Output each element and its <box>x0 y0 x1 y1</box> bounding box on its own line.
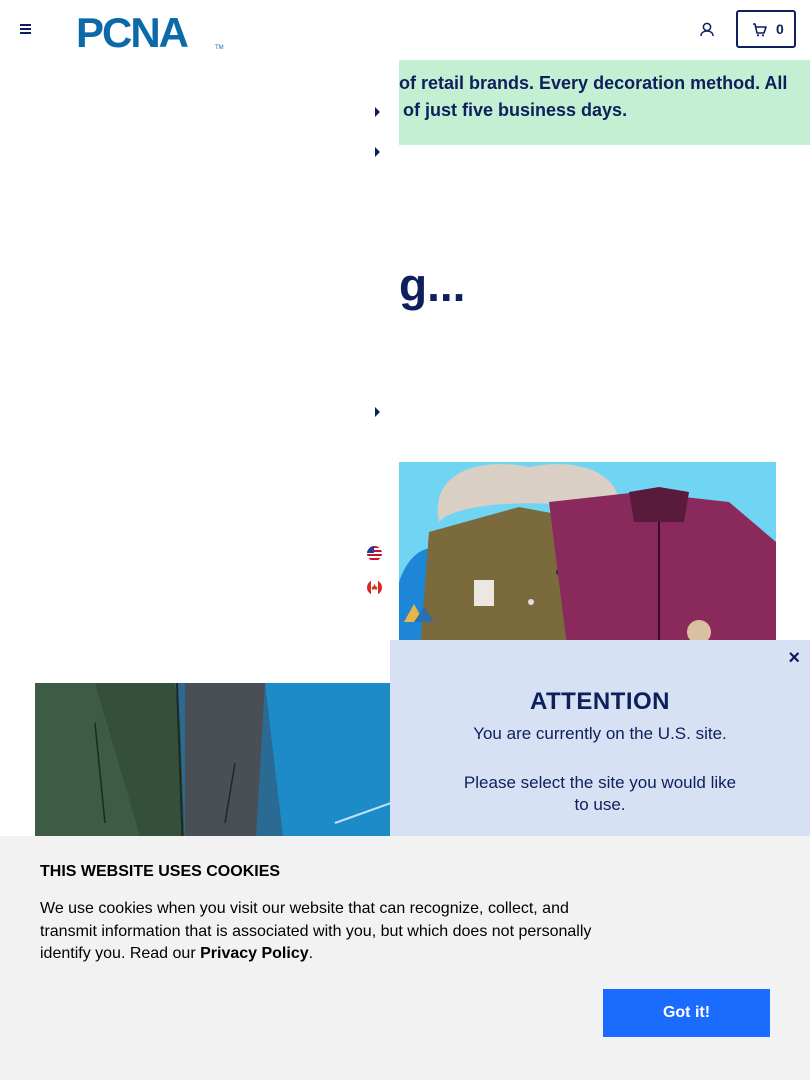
attention-title: ATTENTION <box>529 688 671 715</box>
pcna-logo[interactable]: PCNA TM <box>76 10 224 52</box>
green-jacket-image[interactable] <box>35 683 391 853</box>
cookie-text-end: . <box>308 945 314 962</box>
cart-button[interactable]: 0 <box>736 10 796 48</box>
page-heading-fragment: g... <box>399 259 466 311</box>
caret-right-icon[interactable] <box>375 107 380 117</box>
cookie-text-body: We use cookies when you visit our websit… <box>40 900 592 962</box>
caret-right-icon[interactable] <box>375 407 380 417</box>
site-selection-modal: × ATTENTION You are currently on the U.S… <box>390 640 810 860</box>
hamburger-icon[interactable] <box>20 22 36 38</box>
cookie-text: We use cookies when you visit our websit… <box>40 898 610 966</box>
got-it-button[interactable]: Got it! <box>603 989 770 1037</box>
site-header: PCNA TM 0 <box>0 0 810 60</box>
jackets-image[interactable] <box>399 462 776 662</box>
promo-banner-line-2: of just five business days. <box>403 100 628 120</box>
close-icon[interactable]: × <box>788 648 800 668</box>
promo-banner-text: of retail brands. Every decoration metho… <box>399 70 809 124</box>
us-flag-icon[interactable] <box>367 546 382 561</box>
promo-banner-line-1: of retail brands. Every decoration metho… <box>399 73 788 93</box>
canada-flag-icon[interactable] <box>367 580 382 595</box>
cookie-banner: THIS WEBSITE USES COOKIES We use cookies… <box>0 836 810 1080</box>
side-menu-panel <box>0 60 399 680</box>
privacy-policy-link[interactable]: Privacy Policy <box>200 945 309 962</box>
cart-count: 0 <box>776 21 784 37</box>
cookie-title: THIS WEBSITE USES COOKIES <box>40 863 281 880</box>
logo-trademark: TM <box>215 45 224 51</box>
attention-select-site-text: Please select the site you would like to… <box>463 773 737 814</box>
attention-current-site-text: You are currently on the U.S. site. <box>473 724 727 743</box>
user-icon[interactable] <box>698 21 716 39</box>
caret-right-icon[interactable] <box>375 147 380 157</box>
cart-icon <box>753 23 767 37</box>
logo-text: PCNA <box>76 10 189 52</box>
